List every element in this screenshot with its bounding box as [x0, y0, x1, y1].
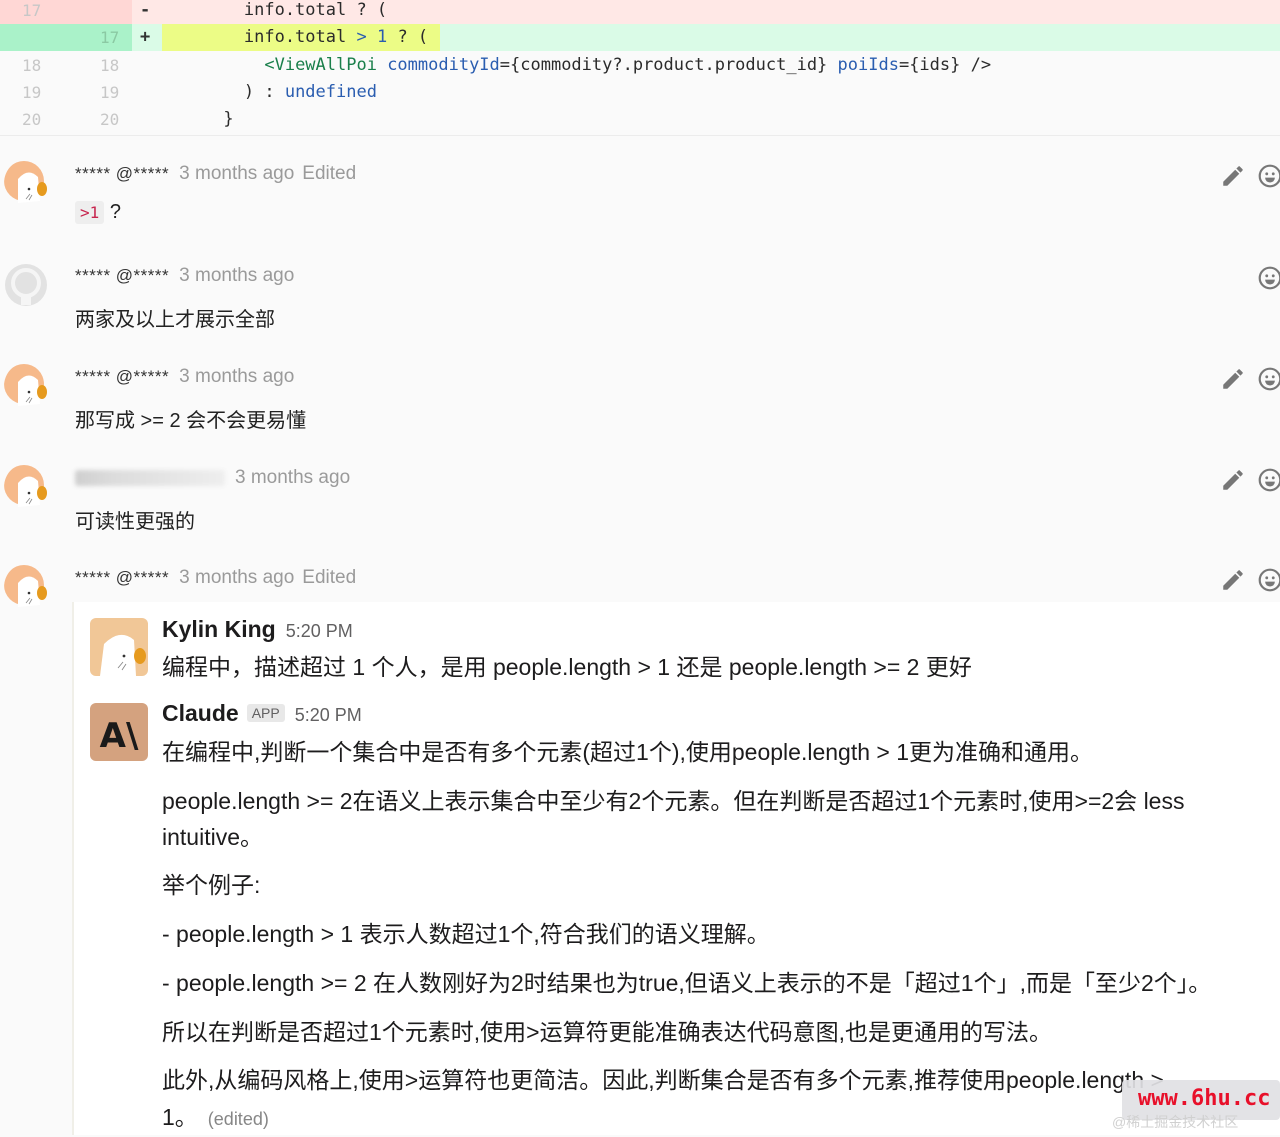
message-header: Kylin King 5:20 PM [162, 616, 353, 643]
comment-time: 3 months ago [179, 265, 295, 286]
old-line-number: 20 [22, 110, 42, 129]
user-avatar[interactable] [90, 618, 148, 676]
message-paragraph: 此外,从编码风格上,使用>运算符也更简洁。因此,判断集合是否有多个元素,推荐使用… [162, 1067, 1164, 1093]
message-list-item: - people.length > 1 表示人数超过1个,符合我们的语义理解。 [162, 921, 770, 947]
message-text: 1。 [162, 1104, 198, 1130]
emoji-reaction-icon[interactable] [1257, 163, 1280, 189]
message-time[interactable]: 5:20 PM [286, 621, 353, 641]
comment-header: ***** @***** 3 months ago [75, 366, 294, 388]
claude-avatar[interactable]: A\ [90, 703, 148, 761]
code-token-value: ={ids} /> [898, 55, 992, 75]
emoji-reaction-icon[interactable] [1257, 366, 1280, 392]
comment-header: 3 months ago [75, 467, 350, 489]
avatar[interactable] [4, 261, 52, 309]
comment-edited-label: Edited [302, 567, 357, 588]
comment-edited-label: Edited [302, 163, 357, 184]
code-token-attr: poiIds [827, 55, 899, 75]
diff-sign-plus: + [140, 27, 151, 47]
comment-author[interactable]: ***** @***** [75, 266, 169, 285]
emoji-reaction-icon[interactable] [1257, 567, 1280, 593]
diff-line-context: 19 19 ) : undefined [0, 79, 1280, 106]
new-line-number: 19 [100, 83, 120, 102]
message-paragraph: 在编程中,判断一个集合中是否有多个元素(超过1个),使用people.lengt… [162, 739, 1094, 765]
comment-author[interactable]: ***** @***** [75, 367, 169, 386]
message-paragraph: 1。 (edited) [162, 1099, 269, 1137]
avatar[interactable] [4, 362, 52, 410]
message-paragraph: intuitive。 [162, 824, 263, 850]
code-token-attr: commodityId [376, 55, 500, 75]
diff-sign-minus: - [140, 0, 151, 20]
new-line-number: 20 [100, 110, 120, 129]
edit-icon[interactable] [1220, 467, 1246, 493]
comment-header: ***** @***** 3 months ago [75, 265, 294, 287]
code-token-tag: <ViewAllPoi [264, 55, 377, 75]
edit-icon[interactable] [1220, 163, 1246, 189]
comment-author[interactable]: ***** @***** [75, 164, 169, 183]
diff-code: <ViewAllPoi commodityId={commodity?.prod… [162, 52, 991, 79]
message-text: 编程中，描述超过 1 个人，是用 people.length > 1 还是 pe… [162, 654, 972, 680]
edit-icon[interactable] [1220, 567, 1246, 593]
comment-time: 3 months ago [179, 366, 295, 387]
app-badge: APP [246, 704, 285, 722]
comment-text: ? [104, 201, 121, 223]
comment-time: 3 months ago [235, 467, 351, 488]
message-paragraph: 所以在判断是否超过1个元素时,使用>运算符更能准确表达代码意图,也是更通用的写法… [162, 1019, 1053, 1045]
edited-label: (edited) [207, 1109, 269, 1129]
emoji-reaction-icon[interactable] [1257, 265, 1280, 291]
code-token-operator: > [356, 27, 367, 47]
comment-header: ***** @***** 3 months ago Edited [75, 567, 356, 589]
old-line-number: 18 [22, 56, 42, 75]
diff-code: info.total ? ( [162, 0, 388, 20]
message-list-item: - people.length >= 2 在人数刚好为2时结果也为true,但语… [162, 970, 1212, 996]
message-paragraph: people.length >= 2在语义上表示集合中至少有2个元素。但在判断是… [162, 788, 1185, 814]
avatar[interactable] [4, 159, 52, 207]
old-line-number: 19 [22, 83, 42, 102]
diff-line-context: 18 18 <ViewAllPoi commodityId={commodity… [0, 52, 1280, 79]
code-token-value: ={commodity?.product.product_id} [499, 55, 828, 75]
comment-time: 3 months ago [179, 163, 295, 184]
diff-code: info.total > 1 ? ( [162, 24, 428, 51]
diff-line-added: 17 + info.total > 1 ? ( [0, 24, 1280, 51]
redacted-author [75, 469, 225, 486]
new-line-number: 18 [100, 56, 120, 75]
code-token: info.total [162, 27, 357, 47]
avatar[interactable] [4, 563, 52, 611]
edit-icon[interactable] [1220, 366, 1246, 392]
diff-line-context: 20 20 } [0, 106, 1280, 133]
diff-code: ) : undefined [162, 79, 377, 106]
comment-body: 那写成 >= 2 会不会更易懂 [75, 410, 307, 432]
comment-time: 3 months ago [179, 567, 295, 588]
emoji-reaction-icon[interactable] [1257, 467, 1280, 493]
diff-code: } [162, 109, 234, 129]
comment-header: ***** @***** 3 months ago Edited [75, 163, 356, 185]
code-diff: 17 - info.total ? ( 17 + info.total > 1 … [0, 0, 1280, 136]
sender-name[interactable]: Kylin King [162, 616, 276, 642]
message-header: Claude APP 5:20 PM [162, 700, 362, 727]
comment-author[interactable]: ***** @***** [75, 568, 169, 587]
inline-code: >1 [75, 201, 105, 224]
message-paragraph: 举个例子: [162, 872, 261, 898]
code-token-number: 1 [366, 27, 388, 47]
comment-body: 可读性更强的 [75, 511, 195, 533]
code-token-keyword: undefined [284, 82, 377, 102]
diff-gutter [0, 0, 132, 24]
avatar[interactable] [4, 463, 52, 511]
diff-line-removed: 17 - info.total ? ( [0, 0, 1280, 24]
new-line-number: 17 [100, 28, 120, 47]
old-line-number: 17 [22, 1, 42, 20]
message-time[interactable]: 5:20 PM [295, 705, 362, 725]
watermark-text: www.6hu.cc [1138, 1086, 1271, 1111]
code-token: ) : [162, 82, 285, 102]
watermark-subtext: @稀土掘金技术社区 [1112, 1114, 1239, 1130]
sender-name[interactable]: Claude [162, 700, 239, 726]
code-token: ? ( [387, 27, 429, 47]
svg-text:A\: A\ [100, 716, 139, 756]
comment-body: >1 ? [75, 201, 121, 224]
embedded-chat-screenshot: Kylin King 5:20 PM 编程中，描述超过 1 个人，是用 peopl… [72, 602, 1280, 1135]
comment-body: 两家及以上才展示全部 [75, 309, 275, 331]
